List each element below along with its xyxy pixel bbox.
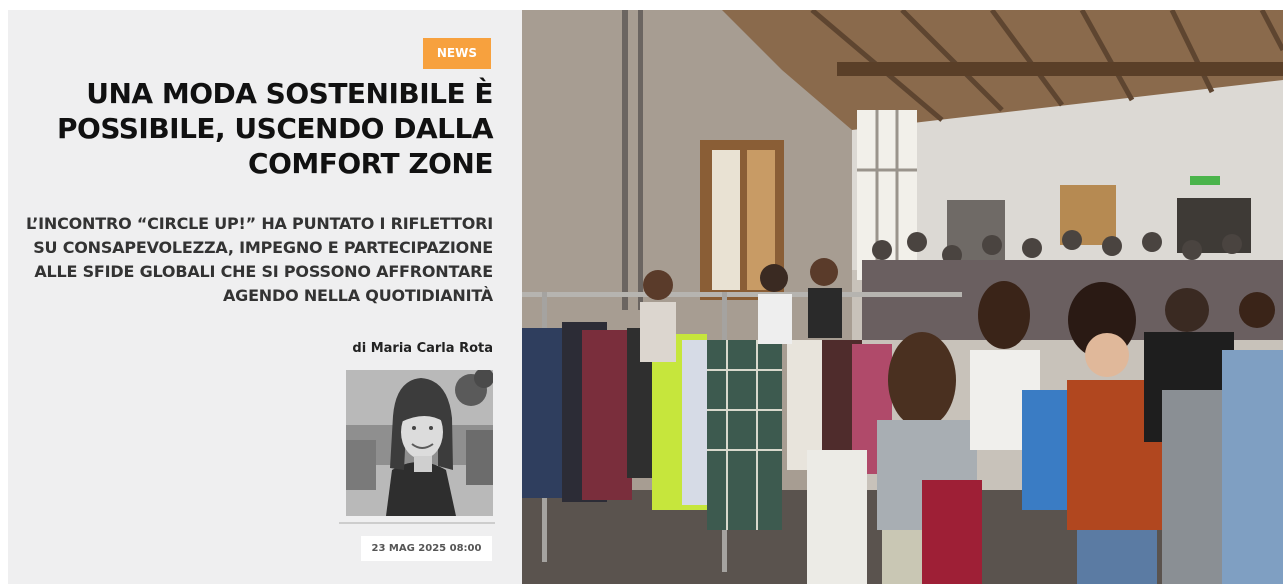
divider [339, 522, 495, 524]
author-byline[interactable]: di Maria Carla Rota [352, 341, 493, 356]
article-header-panel: NEWS UNA MODA SOSTENIBILE È POSSIBILE, U… [8, 10, 522, 584]
publish-date: 23 MAG 2025 08:00 [361, 536, 492, 561]
author-photo [346, 370, 493, 516]
article-title: UNA MODA SOSTENIBILE È POSSIBILE, USCEND… [57, 77, 494, 180]
hero-image [522, 10, 1283, 584]
news-category-badge[interactable]: NEWS [422, 38, 491, 69]
article-subtitle: L’INCONTRO “CIRCLE UP!” HA PUNTATO I RIF… [25, 214, 493, 305]
